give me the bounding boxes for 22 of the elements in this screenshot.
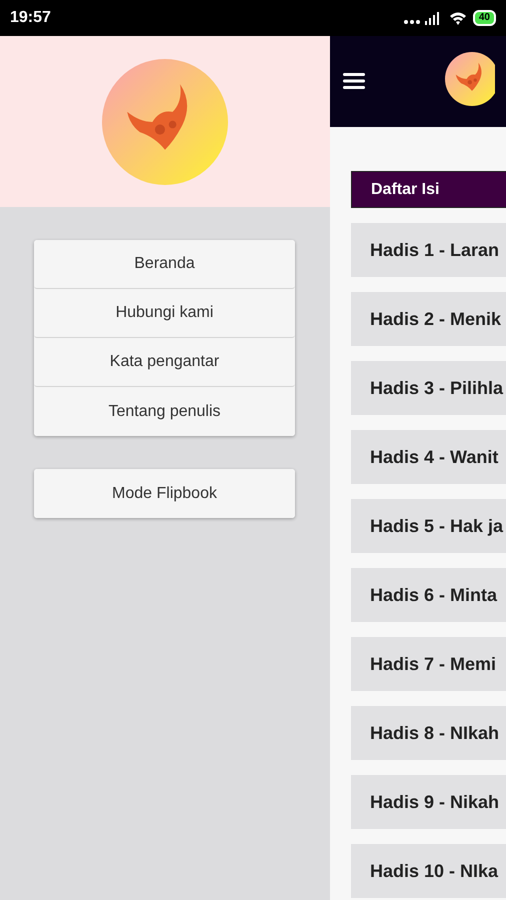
list-item[interactable]: Hadis 9 - Nikah	[351, 775, 506, 829]
list-item[interactable]: Hadis 8 - NIkah	[351, 706, 506, 760]
menu-item[interactable]: Tentang penulis	[34, 387, 295, 436]
menu-item[interactable]: Mode Flipbook	[34, 469, 295, 518]
list-item[interactable]: Hadis 7 - Memi	[351, 637, 506, 691]
list-item[interactable]: Hadis 5 - Hak ja	[351, 499, 506, 553]
list-item[interactable]: Hadis 3 - Pilihla	[351, 361, 506, 415]
list-item[interactable]: Hadis 2 - Menik	[351, 292, 506, 346]
menu-item[interactable]: Hubungi kami	[34, 289, 295, 338]
list-item[interactable]: Hadis 1 - Laran	[351, 223, 506, 277]
wifi-icon	[448, 11, 467, 25]
list-item[interactable]: Hadis 10 - NIka	[351, 844, 506, 898]
menu-item[interactable]: Kata pengantar	[34, 338, 295, 387]
list-item[interactable]: Hadis 4 - Wanit	[351, 430, 506, 484]
logo	[445, 52, 495, 106]
list-item[interactable]: Hadis 6 - Minta	[351, 568, 506, 622]
menu-item[interactable]: Beranda	[34, 240, 295, 289]
section-header: Daftar Isi	[351, 171, 506, 208]
status-time: 19:57	[10, 9, 51, 27]
menu-icon	[343, 72, 365, 90]
battery-indicator: 40	[472, 10, 496, 26]
menu-button[interactable]	[343, 72, 365, 92]
